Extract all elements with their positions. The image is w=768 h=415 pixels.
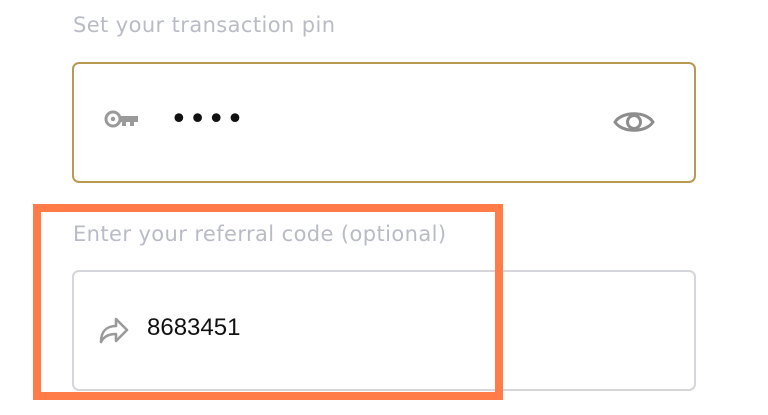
referral-code-input[interactable]: 8683451 — [147, 312, 240, 344]
eye-icon[interactable] — [612, 106, 656, 138]
share-arrow-icon — [96, 314, 130, 346]
key-icon — [104, 108, 140, 130]
referral-code-field[interactable]: 8683451 — [72, 270, 696, 391]
transaction-pin-label: Set your transaction pin — [73, 13, 336, 37]
transaction-pin-input[interactable]: •••• — [170, 100, 245, 140]
referral-code-label: Enter your referral code (optional) — [73, 222, 447, 246]
transaction-pin-field[interactable]: •••• — [72, 62, 696, 183]
